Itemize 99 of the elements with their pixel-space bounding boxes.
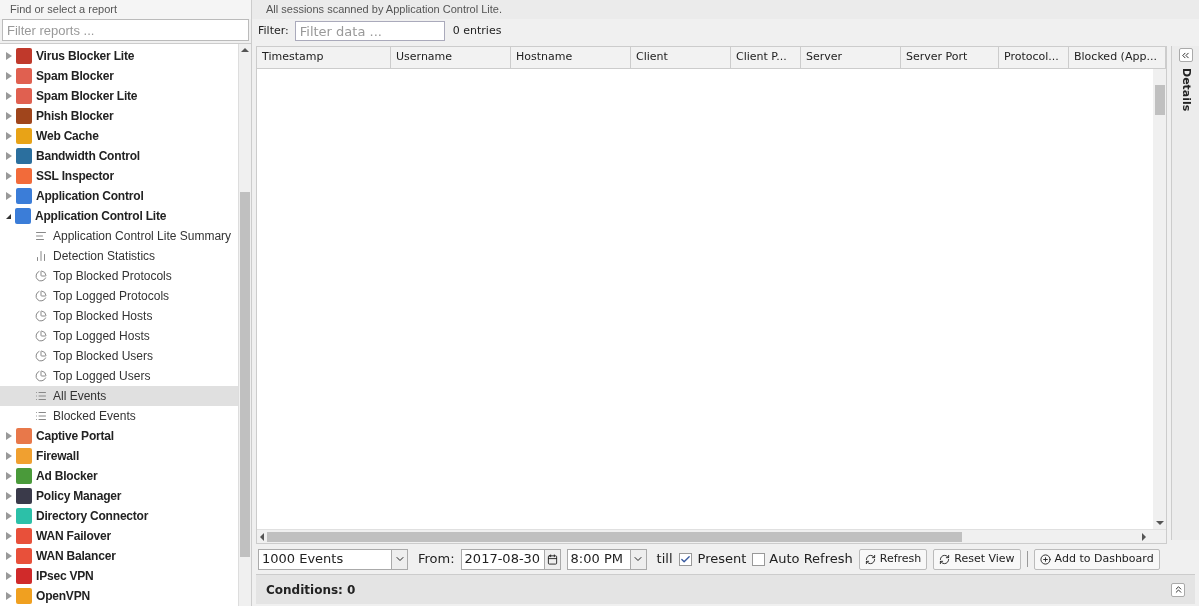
sidebar-title: Find or select a report	[10, 2, 117, 18]
tree-node[interactable]: Web Cache	[0, 126, 238, 146]
pie-chart-icon	[35, 330, 47, 342]
scroll-right-icon[interactable]	[1142, 532, 1146, 541]
pie-chart-icon	[35, 270, 47, 282]
tree-node[interactable]: Spam Blocker	[0, 66, 238, 86]
column-header[interactable]: Username	[391, 47, 511, 68]
events-limit-dropdown[interactable]: 1000 Events	[258, 548, 408, 570]
tree-node[interactable]: Captive Portal	[0, 426, 238, 446]
node-label: Firewall	[36, 448, 80, 465]
auto-refresh-label: Auto Refresh	[769, 550, 853, 569]
scroll-up-icon[interactable]	[241, 48, 249, 52]
tree-node[interactable]: OpenVPN	[0, 586, 238, 606]
column-header[interactable]: Server Port	[901, 47, 999, 68]
pie-chart-icon	[35, 310, 47, 322]
bar-chart-icon	[35, 250, 47, 262]
scrollbar[interactable]	[257, 529, 1166, 543]
report-item[interactable]: Top Blocked Hosts	[0, 306, 238, 326]
report-item[interactable]: Top Logged Users	[0, 366, 238, 386]
entries-count: 0 entries	[452, 22, 502, 39]
details-panel[interactable]: Details	[1171, 46, 1199, 540]
reset-view-button[interactable]: Reset View	[933, 548, 1021, 570]
node-label: Policy Manager	[36, 488, 122, 505]
tree-node[interactable]: Ad Blocker	[0, 466, 238, 486]
pie-chart-icon	[35, 370, 47, 382]
column-header[interactable]: Blocked (App...	[1069, 47, 1166, 68]
tree-node[interactable]: Spam Blocker Lite	[0, 86, 238, 106]
add-to-dashboard-button[interactable]: Add to Dashboard	[1033, 548, 1160, 570]
tree-node[interactable]: IPsec VPN	[0, 566, 238, 586]
report-item[interactable]: All Events	[0, 386, 238, 406]
node-label: Phish Blocker	[36, 108, 114, 125]
tree-node[interactable]: Policy Manager	[0, 486, 238, 506]
node-label: Captive Portal	[36, 428, 114, 445]
report-item[interactable]: Blocked Events	[0, 406, 238, 426]
tree-node[interactable]: Phish Blocker	[0, 106, 238, 126]
checkbox[interactable]	[752, 552, 766, 566]
list-icon	[35, 390, 47, 402]
scroll-thumb[interactable]	[267, 531, 962, 542]
node-label: OpenVPN	[36, 588, 90, 605]
column-header[interactable]: Hostname	[511, 47, 631, 68]
lines-icon	[35, 230, 47, 242]
conditions-label: Conditions: 0	[266, 581, 356, 599]
report-description: All sessions scanned by Application Control Lite.	[266, 2, 503, 18]
column-header[interactable]: Timestamp	[257, 47, 391, 68]
scrollbar[interactable]	[238, 44, 251, 606]
column-header[interactable]: Client	[631, 47, 731, 68]
filter-label: Filter:	[258, 22, 289, 39]
pie-chart-icon	[35, 290, 47, 302]
tree-node[interactable]: Application Control Lite	[0, 206, 238, 226]
scroll-thumb[interactable]	[1154, 85, 1165, 115]
report-item[interactable]: Top Blocked Protocols	[0, 266, 238, 286]
checkbox[interactable]	[678, 552, 692, 566]
node-label: Virus Blocker Lite	[36, 48, 135, 65]
tree-node[interactable]: Virus Blocker Lite	[0, 46, 238, 66]
pie-chart-icon	[35, 350, 47, 362]
calendar-icon	[546, 553, 558, 565]
report-item[interactable]: Application Control Lite Summary	[0, 226, 238, 246]
scrollbar[interactable]	[1153, 69, 1166, 529]
tree-node[interactable]: Directory Connector	[0, 506, 238, 526]
list-icon	[35, 410, 47, 422]
node-label: WAN Failover	[36, 528, 111, 545]
column-header[interactable]: Server	[801, 47, 901, 68]
tree-node[interactable]: Bandwidth Control	[0, 146, 238, 166]
node-label: Directory Connector	[36, 508, 149, 525]
scroll-thumb[interactable]	[240, 192, 250, 557]
node-label: IPsec VPN	[36, 568, 94, 585]
report-item[interactable]: Detection Statistics	[0, 246, 238, 266]
node-label: Web Cache	[36, 128, 99, 145]
filter-data-field[interactable]: Filter data ...	[294, 21, 445, 41]
report-item[interactable]: Top Logged Protocols	[0, 286, 238, 306]
filter-reports-field[interactable]: Filter reports ...	[2, 19, 249, 41]
time-dropdown[interactable]: 8:00 PM	[566, 548, 647, 570]
refresh-icon	[864, 553, 876, 565]
column-header[interactable]: Client P...	[731, 47, 801, 68]
scroll-down-icon[interactable]	[1155, 521, 1164, 525]
refresh-icon	[939, 553, 951, 565]
details-title: Details	[1178, 68, 1194, 112]
date-field[interactable]: 2017-08-30	[460, 548, 561, 570]
report-item[interactable]: Top Blocked Users	[0, 346, 238, 366]
tree-node[interactable]: Firewall	[0, 446, 238, 466]
node-label: Spam Blocker	[36, 68, 114, 85]
refresh-button[interactable]: Refresh	[858, 548, 928, 570]
node-label: Ad Blocker	[36, 468, 98, 485]
tree-node[interactable]: WAN Balancer	[0, 546, 238, 566]
column-header[interactable]: Protocol...	[999, 47, 1069, 68]
tree-node[interactable]: SSL Inspector	[0, 166, 238, 186]
present-label: Present	[697, 550, 747, 569]
add-icon	[1039, 553, 1051, 565]
node-label: Bandwidth Control	[36, 148, 140, 165]
node-label: WAN Balancer	[36, 548, 116, 565]
till-label: till	[656, 550, 673, 569]
node-label: Application Control Lite	[35, 208, 167, 225]
node-label: Application Control	[36, 188, 144, 205]
from-label: From:	[418, 550, 455, 569]
tree-node[interactable]: WAN Failover	[0, 526, 238, 546]
node-label: Spam Blocker Lite	[36, 88, 138, 105]
report-item[interactable]: Top Logged Hosts	[0, 326, 238, 346]
node-label: SSL Inspector	[36, 168, 114, 185]
tree-node[interactable]: Application Control	[0, 186, 238, 206]
